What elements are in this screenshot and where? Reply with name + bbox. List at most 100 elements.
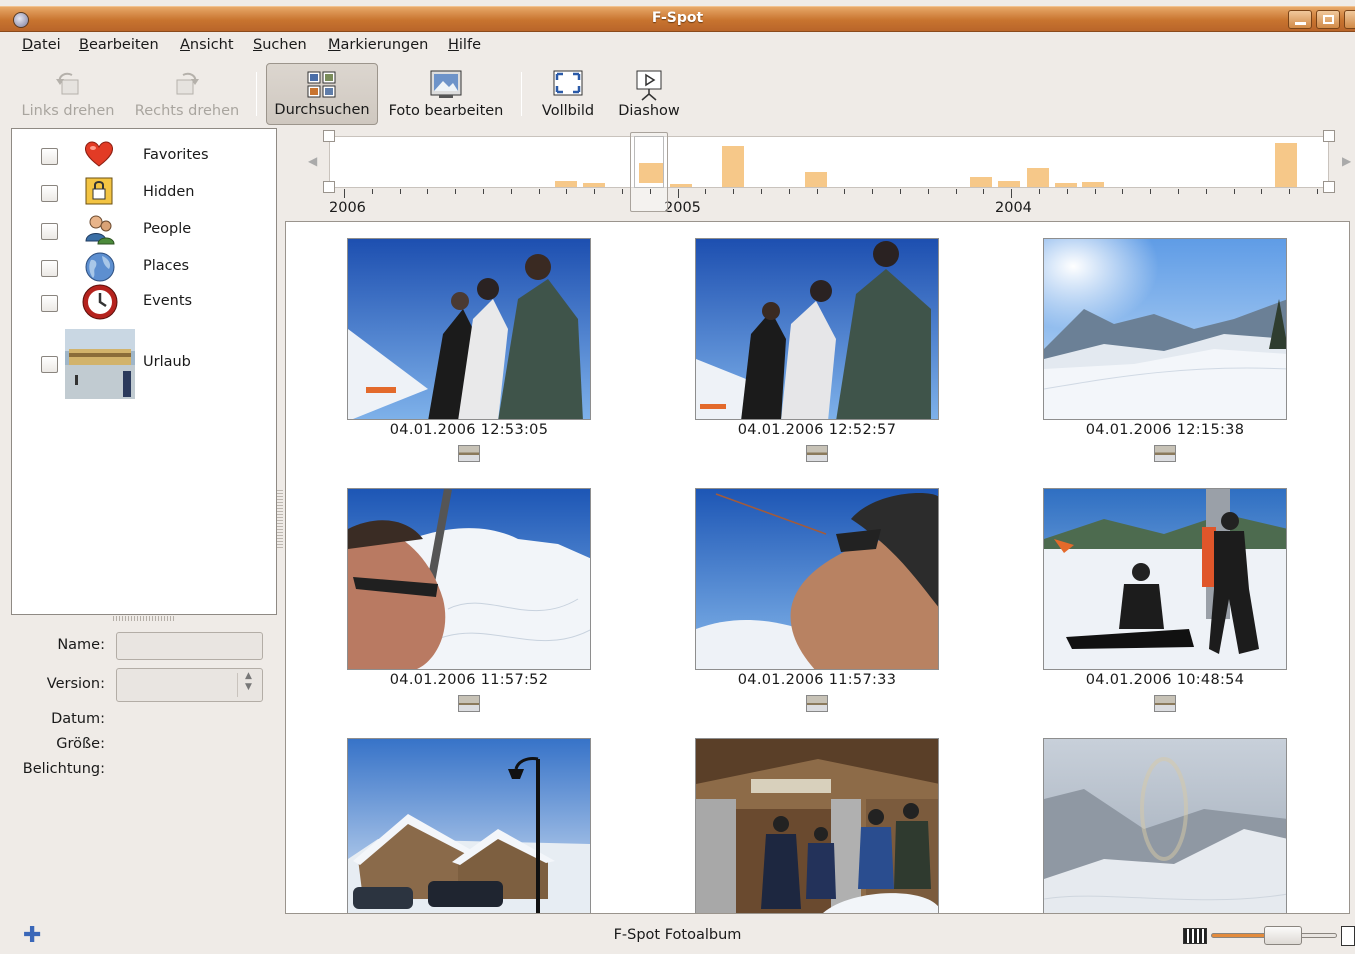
timeline-position-slider[interactable] <box>630 132 668 212</box>
rotate-left-button[interactable]: Links drehen <box>14 63 122 125</box>
timeline-tick <box>788 189 790 194</box>
timeline-tick <box>510 189 512 194</box>
menu-bearbeiten[interactable]: Bearbeiten <box>79 37 159 53</box>
timeline-tick <box>538 189 540 194</box>
version-combo[interactable]: ▲ ▼ <box>116 668 263 702</box>
date-label: Datum: <box>51 711 105 727</box>
tag-row-places[interactable]: Places <box>12 248 276 286</box>
photo-image[interactable] <box>695 238 939 420</box>
timeline-left-arrow-icon[interactable]: ◀ <box>308 154 317 168</box>
photo-caption: 04.01.2006 11:57:52 <box>389 672 549 688</box>
photo-caption: 04.01.2006 12:52:57 <box>737 422 897 438</box>
maximize-button[interactable] <box>1316 10 1340 29</box>
zoom-in-icon[interactable] <box>1341 926 1355 946</box>
timeline-tick <box>927 189 929 194</box>
name-field[interactable] <box>116 632 263 660</box>
tag-name: Hidden <box>143 184 195 200</box>
tag-row-urlaub[interactable]: Urlaub <box>12 329 276 401</box>
timeline-bar <box>1055 183 1077 187</box>
edit-photo-button[interactable]: Foto bearbeiten <box>384 63 508 125</box>
timeline-tick <box>1317 189 1318 194</box>
menu-hilfe[interactable]: Hilfe <box>448 37 481 53</box>
photo-tag-icon <box>1154 445 1176 462</box>
timeline-bar <box>722 146 744 187</box>
photo-image[interactable] <box>347 238 591 420</box>
photo-image[interactable] <box>1043 738 1287 913</box>
zoom-out-icon[interactable] <box>1183 928 1207 944</box>
tag-checkbox[interactable] <box>41 148 58 165</box>
tag-row-favorites[interactable]: Favorites <box>12 137 276 173</box>
tag-checkbox[interactable] <box>41 260 58 277</box>
photo-image[interactable] <box>695 488 939 670</box>
window-title: F-Spot <box>651 10 704 26</box>
photo-image[interactable] <box>1043 488 1287 670</box>
photo-grid[interactable]: 04.01.2006 12:53:05 04.01.2006 12:52:57 <box>285 221 1350 914</box>
menu-suchen[interactable]: Suchen <box>253 37 307 53</box>
browse-button[interactable]: Durchsuchen <box>266 63 378 125</box>
photo-tag-icon <box>806 695 828 712</box>
tag-row-people[interactable]: People <box>12 211 276 247</box>
timeline-tick <box>844 189 846 194</box>
slideshow-button[interactable]: Diashow <box>612 63 686 125</box>
sidebar-resize-handle[interactable] <box>277 490 283 550</box>
tag-name: Events <box>143 293 193 309</box>
timeline-tick <box>1039 189 1040 194</box>
tag-list[interactable]: Favorites Hidden People Places Events Ur… <box>11 128 277 615</box>
lock-icon <box>85 177 113 205</box>
rotate-left-icon <box>56 72 79 95</box>
tag-name: Favorites <box>143 147 209 163</box>
photo-image[interactable] <box>347 738 591 913</box>
rotate-right-label: Rechts drehen <box>134 103 240 119</box>
timeline-range-handle[interactable] <box>1323 130 1335 142</box>
timeline-tick <box>622 189 623 194</box>
timeline-tick <box>649 189 651 194</box>
timeline-tick <box>399 189 401 194</box>
tag-name: Places <box>143 258 190 274</box>
toolbar-separator <box>256 72 257 116</box>
timeline-tick <box>733 189 735 194</box>
zoom-slider-thumb[interactable] <box>1264 926 1302 945</box>
photo-image[interactable] <box>347 488 591 670</box>
close-button[interactable] <box>1344 10 1355 29</box>
timeline-tick <box>1122 189 1124 194</box>
heart-icon <box>84 141 114 167</box>
tag-checkbox[interactable] <box>41 356 58 373</box>
photo-image[interactable] <box>695 738 939 913</box>
pane-resize-handle[interactable] <box>113 616 175 621</box>
menu-datei[interactable]: Datei <box>22 37 61 53</box>
timeline-range-handle[interactable] <box>323 130 335 142</box>
timeline-tick <box>677 189 679 198</box>
minimize-button[interactable] <box>1288 10 1312 29</box>
timeline-tick <box>1289 189 1291 194</box>
photo-caption: 04.01.2006 10:48:54 <box>1085 672 1245 688</box>
tag-checkbox[interactable] <box>41 223 58 240</box>
fullscreen-button[interactable]: Vollbild <box>534 63 602 125</box>
spin-arrows-icon: ▲ ▼ <box>245 671 252 692</box>
timeline-right-arrow-icon[interactable]: ▶ <box>1342 154 1351 168</box>
rotate-right-button[interactable]: Rechts drehen <box>129 63 245 125</box>
photo-image[interactable] <box>1043 238 1287 420</box>
timeline-tick <box>455 189 457 194</box>
tag-row-events[interactable]: Events <box>12 284 276 331</box>
tag-name: People <box>143 221 192 237</box>
timeline-year: 2005 <box>664 200 701 216</box>
tag-checkbox[interactable] <box>41 295 58 312</box>
tag-row-hidden[interactable]: Hidden <box>12 174 276 210</box>
photo-thumbnail <box>65 329 135 399</box>
tag-checkbox[interactable] <box>41 185 58 202</box>
timeline-range-handle[interactable] <box>1323 181 1335 193</box>
menu-markierungen[interactable]: Markierungen <box>328 37 428 53</box>
fullscreen-label: Vollbild <box>541 103 595 119</box>
timeline-tick <box>1094 189 1096 194</box>
statusbar: ✚ F-Spot Fotoalbum <box>0 920 1355 954</box>
exposure-label: Belichtung: <box>22 761 105 777</box>
timeline-tick <box>1178 189 1179 194</box>
timeline-range-handle[interactable] <box>323 181 335 193</box>
timeline-bar <box>998 181 1020 187</box>
timeline[interactable]: ◀ ▶ 2006 2005 2004 <box>284 128 1355 220</box>
timeline-tick <box>1066 189 1068 194</box>
timeline-bar <box>970 177 992 187</box>
name-label: Name: <box>57 637 105 653</box>
menu-ansicht[interactable]: Ansicht <box>180 37 234 53</box>
title-bar[interactable]: F-Spot <box>0 6 1355 32</box>
